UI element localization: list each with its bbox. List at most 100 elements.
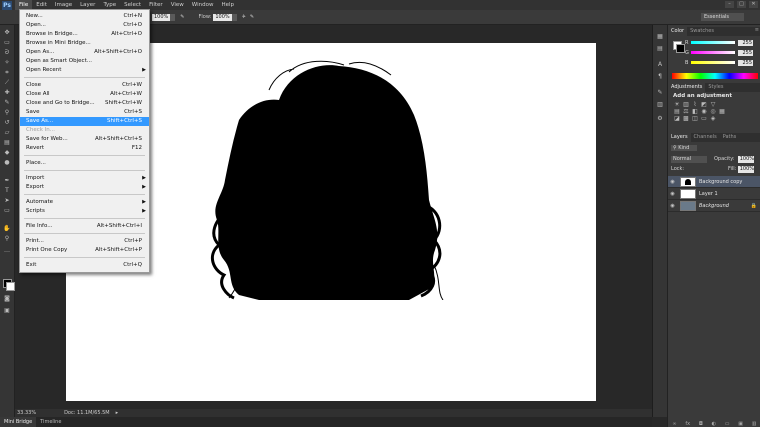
path-select-tool-icon[interactable]: ➤ xyxy=(3,197,11,204)
pressure-opacity-icon[interactable]: ✎ xyxy=(180,14,184,20)
curves-icon[interactable]: ⌇ xyxy=(691,101,699,108)
brush-panel-icon[interactable]: ✎ xyxy=(656,89,664,97)
menu-item-save[interactable]: Save Ctrl+S xyxy=(20,108,149,117)
dodge-tool-icon[interactable]: ● xyxy=(3,159,11,166)
menu-item-open[interactable]: Open... Ctrl+O xyxy=(20,21,149,30)
fx-icon[interactable]: fx xyxy=(685,421,690,427)
zoom-tool-icon[interactable]: ⚲ xyxy=(3,235,11,242)
tab-adjustments[interactable]: Adjustments xyxy=(668,83,706,92)
posterize-icon[interactable]: ▩ xyxy=(682,115,690,122)
quick-select-tool-icon[interactable]: ✧ xyxy=(3,59,11,66)
eyedropper-tool-icon[interactable]: ⟋ xyxy=(3,79,11,86)
tab-channels[interactable]: Channels xyxy=(691,133,720,142)
menu-item-close[interactable]: Close Ctrl+W xyxy=(20,81,149,90)
healing-brush-tool-icon[interactable]: ✚ xyxy=(3,89,11,96)
color-slider-b[interactable]: B 255 xyxy=(685,59,760,66)
b-slider-track[interactable] xyxy=(691,61,735,64)
color-slider-r[interactable]: R 255 xyxy=(685,39,760,46)
clone-stamp-tool-icon[interactable]: ⚲ xyxy=(3,109,11,116)
tab-paths[interactable]: Paths xyxy=(720,133,740,142)
hue-saturation-icon[interactable]: ▤ xyxy=(673,108,681,115)
visibility-eye-icon[interactable]: ◉ xyxy=(668,203,677,209)
layer-name[interactable]: Background copy xyxy=(699,179,742,185)
pressure-size-icon[interactable]: ✎ xyxy=(250,14,254,20)
properties-panel-icon[interactable]: ▤ xyxy=(656,45,664,53)
channel-mixer-icon[interactable]: ◎ xyxy=(709,108,717,115)
layer-filter-kind[interactable]: ⚲ Kind xyxy=(671,145,697,151)
eraser-tool-icon[interactable]: ▱ xyxy=(3,129,11,136)
levels-icon[interactable]: ▥ xyxy=(682,101,690,108)
menu-item-print[interactable]: Print... Ctrl+P xyxy=(20,237,149,246)
menu-item-open-smart-object[interactable]: Open as Smart Object... xyxy=(20,57,149,66)
menu-item-automate[interactable]: Automate ▶ xyxy=(20,198,149,207)
workspace-select[interactable]: Essentials xyxy=(701,13,744,21)
flow-dropdown[interactable] xyxy=(231,13,237,21)
threshold-icon[interactable]: ◫ xyxy=(691,115,699,122)
link-layers-icon[interactable]: ∞ xyxy=(672,421,676,427)
blend-mode-select[interactable]: Normal xyxy=(671,156,707,163)
menu-item-browse-mini-bridge[interactable]: Browse in Mini Bridge... xyxy=(20,39,149,48)
visibility-eye-icon[interactable]: ◉ xyxy=(668,179,677,185)
gradient-map-icon[interactable]: ▭ xyxy=(700,115,708,122)
tool-presets-icon[interactable]: ⚙ xyxy=(656,115,664,123)
opacity-field[interactable]: 100% xyxy=(152,13,171,21)
menu-item-open-as[interactable]: Open As... Alt+Shift+Ctrl+O xyxy=(20,48,149,57)
screen-mode-icon[interactable]: ▣ xyxy=(3,307,11,314)
tab-color[interactable]: Color xyxy=(668,27,688,36)
quick-mask-icon[interactable]: ◙ xyxy=(3,295,11,302)
blur-tool-icon[interactable]: ◆ xyxy=(3,149,11,156)
brightness-icon[interactable]: ☀ xyxy=(673,101,681,108)
menu-item-exit[interactable]: Exit Ctrl+Q xyxy=(20,261,149,270)
menu-item-close-all[interactable]: Close All Alt+Ctrl+W xyxy=(20,90,149,99)
menu-item-print-one-copy[interactable]: Print One Copy Alt+Shift+Ctrl+P xyxy=(20,246,149,255)
menu-item-open-recent[interactable]: Open Recent ▶ xyxy=(20,66,149,75)
crop-tool-icon[interactable]: ⌗ xyxy=(3,69,11,76)
tab-layers[interactable]: Layers xyxy=(668,133,691,142)
menu-help[interactable]: Help xyxy=(217,0,238,10)
invert-icon[interactable]: ◪ xyxy=(673,115,681,122)
exposure-icon[interactable]: ◩ xyxy=(700,101,708,108)
menu-item-import[interactable]: Import ▶ xyxy=(20,174,149,183)
visibility-eye-icon[interactable]: ◉ xyxy=(668,191,677,197)
layer-name[interactable]: Layer 1 xyxy=(699,191,718,197)
move-tool-icon[interactable]: ✥ xyxy=(3,29,11,36)
tab-swatches[interactable]: Swatches xyxy=(687,27,717,36)
layer-opacity-field[interactable]: 100% xyxy=(738,156,754,163)
menu-item-save-as[interactable]: Save As... Shift+Ctrl+S xyxy=(20,117,149,126)
menu-item-close-go-bridge[interactable]: Close and Go to Bridge... Shift+Ctrl+W xyxy=(20,99,149,108)
new-group-icon[interactable]: ▭ xyxy=(725,421,730,427)
layer-row[interactable]: ◉ Background 🔒 xyxy=(668,200,760,212)
new-layer-icon[interactable]: ▣ xyxy=(738,421,743,427)
color-lookup-icon[interactable]: ▦ xyxy=(718,108,726,115)
r-slider-track[interactable] xyxy=(691,41,735,44)
marquee-tool-icon[interactable]: ▭ xyxy=(3,39,11,46)
add-mask-icon[interactable]: ◘ xyxy=(699,421,703,427)
type-tool-icon[interactable]: T xyxy=(3,187,11,194)
history-brush-tool-icon[interactable]: ↺ xyxy=(3,119,11,126)
selective-color-icon[interactable]: ◈ xyxy=(709,115,717,122)
black-white-icon[interactable]: ◧ xyxy=(691,108,699,115)
maximize-button[interactable]: □ xyxy=(737,1,746,8)
g-value-field[interactable]: 255 xyxy=(738,49,753,56)
shape-tool-icon[interactable]: ▭ xyxy=(3,207,11,214)
color-slider-g[interactable]: G 255 xyxy=(685,49,760,56)
character-panel-icon[interactable]: A xyxy=(656,61,664,69)
extras-icon[interactable]: … xyxy=(3,247,11,254)
layer-row[interactable]: ◉ Layer 1 xyxy=(668,188,760,200)
menu-item-save-for-web[interactable]: Save for Web... Alt+Shift+Ctrl+S xyxy=(20,135,149,144)
pen-tool-icon[interactable]: ✒ xyxy=(3,177,11,184)
hand-tool-icon[interactable]: ✋ xyxy=(3,225,11,232)
color-balance-icon[interactable]: ⚖ xyxy=(682,108,690,115)
new-adjustment-icon[interactable]: ◐ xyxy=(712,421,716,427)
zoom-level[interactable]: 33.33% xyxy=(17,410,36,416)
paragraph-panel-icon[interactable]: ¶ xyxy=(656,73,664,81)
vibrance-icon[interactable]: ▽ xyxy=(709,101,717,108)
panel-menu-icon[interactable]: ≡ xyxy=(755,27,759,33)
menu-item-place[interactable]: Place... xyxy=(20,159,149,168)
brush-tool-icon[interactable]: ✎ xyxy=(3,99,11,106)
layer-fill-field[interactable]: 100% xyxy=(738,166,754,173)
menu-window[interactable]: Window xyxy=(188,0,218,10)
opacity-dropdown[interactable] xyxy=(170,13,176,21)
status-menu-arrow-icon[interactable]: ▸ xyxy=(116,410,119,416)
tab-timeline[interactable]: Timeline xyxy=(36,417,65,427)
